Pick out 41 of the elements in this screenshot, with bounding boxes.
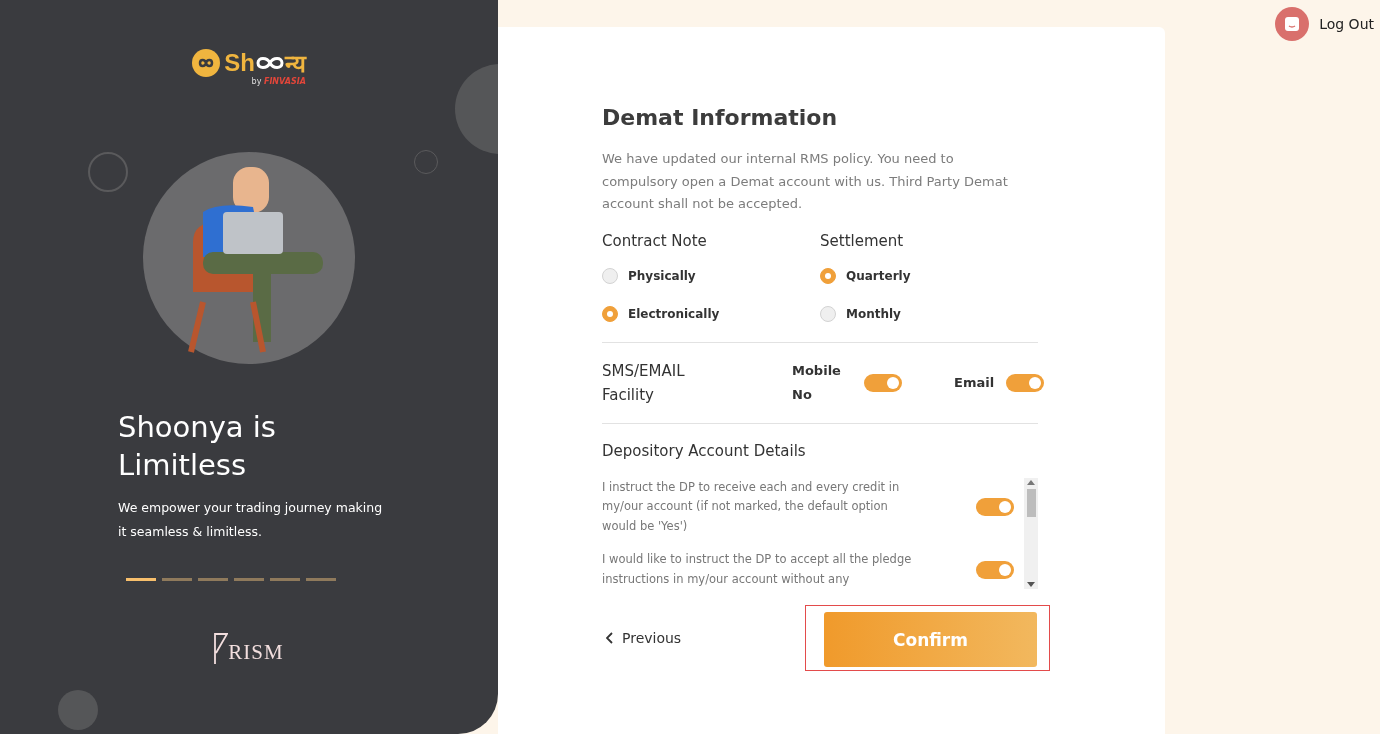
radio-option[interactable]: Monthly xyxy=(820,301,901,326)
toggle-label: Email xyxy=(954,375,995,390)
brand-name-end: न्य xyxy=(284,49,306,77)
form-title: Demat Information xyxy=(602,105,839,130)
scrollbar[interactable] xyxy=(1024,477,1038,589)
consent-text: I would like to instruct the DP to accept all the pledge instructions in my/our account without any xyxy=(602,551,913,588)
brand-name-start: Sh xyxy=(224,48,255,77)
scroll-down-icon[interactable] xyxy=(1027,582,1035,587)
radio-circle[interactable] xyxy=(602,267,618,284)
toggle-switch[interactable] xyxy=(1006,373,1045,392)
hero-subtitle: We empower your trading journey making it seamless & limitless. xyxy=(118,499,384,541)
toggle-switch[interactable] xyxy=(976,560,1014,579)
toggle-switch[interactable] xyxy=(864,373,902,392)
toggle-label: Mobile No xyxy=(792,361,842,404)
radio-circle[interactable] xyxy=(820,305,836,322)
section-title: Depository Account Details xyxy=(602,441,807,460)
form-description: We have updated our internal RMS policy. You need to compulsory open a Demat account with us. Third Party Demat account shall not be accepted. xyxy=(602,150,1009,213)
decor-circle xyxy=(88,152,128,192)
facility-label: SMS/EMAIL Facility xyxy=(602,360,686,406)
scrollbar-thumb[interactable] xyxy=(1026,488,1036,517)
radio-option[interactable]: Quarterly xyxy=(820,263,911,288)
radio-circle[interactable] xyxy=(820,267,836,284)
consent-text: I instruct the DP to receive each and every credit in my/our account (if not marked, the default option would be 'Yes') xyxy=(602,478,901,535)
group-label: Contract Note xyxy=(602,231,708,250)
scroll-up-icon[interactable] xyxy=(1027,479,1035,485)
radio-option[interactable]: Electronically xyxy=(602,301,720,326)
prism-logo-icon xyxy=(214,633,229,665)
chat-icon xyxy=(1284,16,1301,32)
toggle-switch[interactable] xyxy=(976,497,1014,516)
decor-circle xyxy=(58,690,98,730)
logout-button[interactable]: Log Out xyxy=(1275,7,1374,41)
brand-byline: by FINVASIA xyxy=(251,77,306,86)
hero-title: Shoonya is Limitless xyxy=(118,409,277,484)
group-label: Settlement xyxy=(820,231,905,250)
infinity-logo-icon xyxy=(192,48,221,77)
infinity-icon xyxy=(254,54,285,71)
radio-circle[interactable] xyxy=(602,305,618,322)
previous-button[interactable]: Previous xyxy=(602,630,686,646)
chevron-left-icon xyxy=(606,632,614,644)
radio-option[interactable]: Physically xyxy=(602,263,696,288)
prism-logo-text: RISM xyxy=(228,640,284,665)
